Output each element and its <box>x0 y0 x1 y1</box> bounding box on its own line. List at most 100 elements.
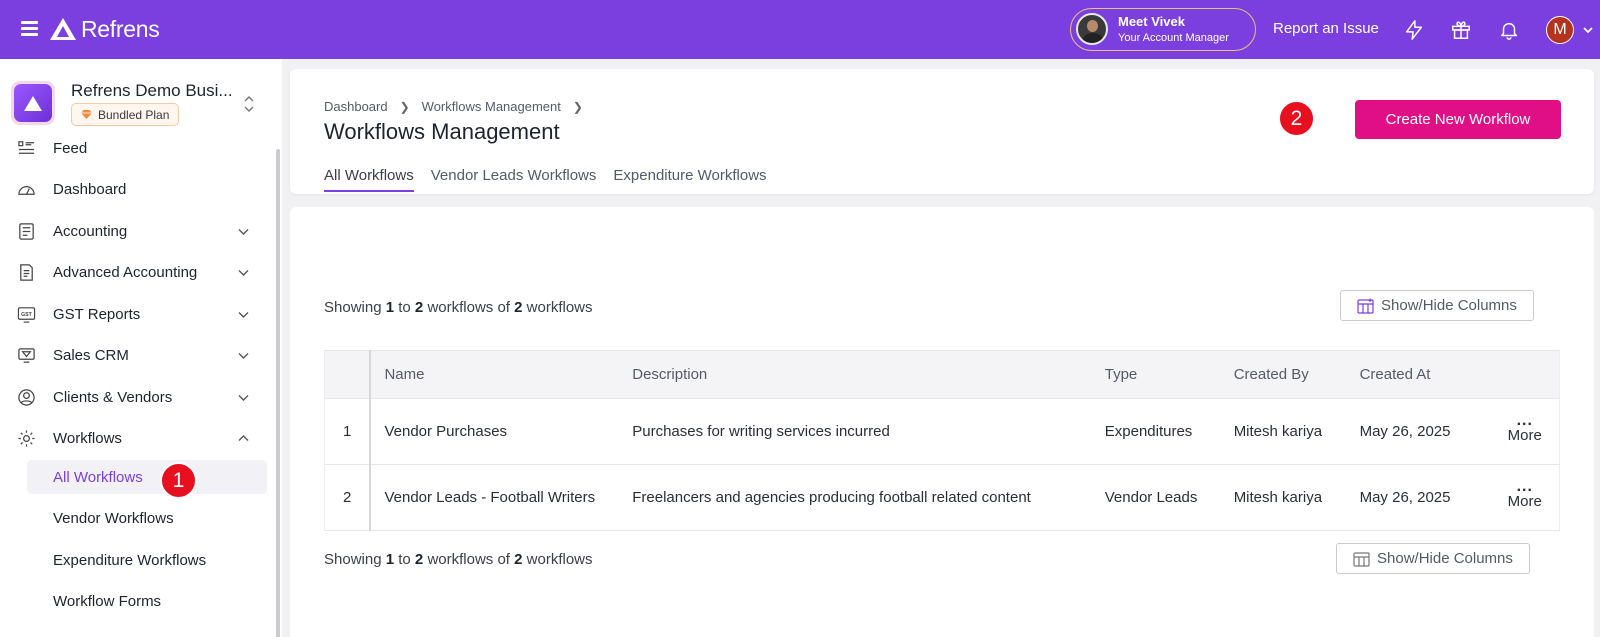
workflows-table: Name Description Type Created By Created… <box>324 350 1560 531</box>
column-header-created-at[interactable]: Created At <box>1359 350 1491 399</box>
sidebar-item-label: Advanced Accounting <box>53 263 198 281</box>
column-header-actions <box>1490 350 1560 399</box>
workflow-name[interactable]: Vendor Purchases <box>370 398 633 465</box>
sidebar-item-workflows[interactable]: Workflows <box>0 420 270 456</box>
gift-icon[interactable] <box>1450 19 1472 41</box>
bolt-icon[interactable] <box>1403 19 1425 41</box>
workflow-name[interactable]: Vendor Leads - Football Writers <box>370 464 633 531</box>
column-header-index <box>324 350 372 399</box>
column-header-type[interactable]: Type <box>1104 350 1234 399</box>
account-manager-name: Meet Vivek <box>1118 14 1185 29</box>
table-row[interactable]: 2 Vendor Leads - Football Writers Freela… <box>324 464 1560 531</box>
refrens-logo-icon <box>50 18 76 40</box>
more-actions-button[interactable]: ... More <box>1490 464 1560 531</box>
showing-summary-bottom: Showing 1 to 2 workflows of 2 workflows <box>324 551 593 568</box>
sidebar: Refrens Demo Busi... Bundled Plan Feed D… <box>0 59 282 637</box>
svg-text:GST: GST <box>21 311 33 317</box>
page-title: Workflows Management <box>324 119 560 144</box>
sidebar-item-sales-crm[interactable]: Sales CRM <box>0 337 270 373</box>
user-circle-icon <box>17 388 36 407</box>
sidebar-subitem-expenditure-workflows[interactable]: Expenditure Workflows <box>27 543 267 577</box>
menu-icon[interactable] <box>21 21 38 36</box>
sidebar-subitem-workflow-forms[interactable]: Workflow Forms <box>27 584 267 618</box>
breadcrumb-workflows-management[interactable]: Workflows Management <box>422 99 561 114</box>
showing-summary-top: Showing 1 to 2 workflows of 2 workflows <box>324 299 593 316</box>
more-actions-button[interactable]: ... More <box>1490 398 1560 465</box>
table-row[interactable]: 1 Vendor Purchases Purchases for writing… <box>324 398 1560 465</box>
sidebar-item-label: Accounting <box>53 222 128 240</box>
bell-icon[interactable] <box>1498 19 1520 41</box>
sidebar-item-accounting[interactable]: Accounting <box>0 213 270 249</box>
user-avatar[interactable]: M <box>1546 16 1574 44</box>
ledger-icon <box>17 222 36 241</box>
show-hide-columns-button[interactable]: Show/Hide Columns <box>1340 290 1534 321</box>
business-switcher-icon[interactable] <box>243 94 255 114</box>
workflow-type: Expenditures <box>1104 398 1234 465</box>
sidebar-scrollbar[interactable] <box>276 149 280 637</box>
sidebar-subitem-label: Vendor Workflows <box>53 509 174 527</box>
chevron-down-icon <box>237 308 250 321</box>
tab-all-workflows[interactable]: All Workflows <box>324 167 414 192</box>
workflow-description: Freelancers and agencies producing footb… <box>632 464 1105 531</box>
brand-logo[interactable]: Refrens <box>49 15 160 42</box>
chevron-down-icon <box>237 266 250 279</box>
sidebar-item-label: GST Reports <box>53 305 141 323</box>
column-header-description[interactable]: Description <box>632 350 1105 399</box>
document-icon <box>17 263 36 282</box>
sidebar-subitem-vendor-workflows[interactable]: Vendor Workflows <box>27 501 267 535</box>
top-navigation-bar: Refrens Meet Vivek Your Account Manager … <box>0 0 1600 59</box>
more-dots-icon: ... <box>1516 477 1533 495</box>
breadcrumb-dashboard[interactable]: Dashboard <box>324 99 388 114</box>
sidebar-item-label: Workflows <box>53 429 122 447</box>
sidebar-item-clients-vendors[interactable]: Clients & Vendors <box>0 379 270 415</box>
plan-label: Bundled Plan <box>98 107 170 122</box>
create-new-workflow-button[interactable]: Create New Workflow <box>1355 100 1561 139</box>
row-index: 1 <box>324 398 372 465</box>
business-logo[interactable] <box>11 81 55 125</box>
tab-vendor-leads-workflows[interactable]: Vendor Leads Workflows <box>431 167 597 192</box>
account-manager-subtitle: Your Account Manager <box>1118 32 1229 44</box>
sidebar-item-gst-reports[interactable]: GST GST Reports <box>0 296 270 332</box>
sidebar-item-advanced-accounting[interactable]: Advanced Accounting <box>0 254 270 290</box>
sidebar-subitem-label: Workflow Forms <box>53 592 162 610</box>
feed-icon <box>17 139 36 158</box>
row-index: 2 <box>324 464 372 531</box>
crm-icon <box>17 346 36 365</box>
column-header-name[interactable]: Name <box>370 350 633 399</box>
gst-icon: GST <box>17 305 36 324</box>
sidebar-subitem-label: Expenditure Workflows <box>53 551 207 569</box>
table-header-row: Name Description Type Created By Created… <box>324 350 1560 399</box>
columns-icon <box>1357 298 1374 314</box>
show-hide-columns-label: Show/Hide Columns <box>1381 297 1517 314</box>
chevron-down-icon <box>237 225 250 238</box>
step-marker-2: 2 <box>1278 100 1315 137</box>
more-dots-icon: ... <box>1516 411 1533 429</box>
brand-name: Refrens <box>81 15 160 42</box>
chevron-down-icon[interactable] <box>1582 23 1594 41</box>
sidebar-item-label: Sales CRM <box>53 346 129 364</box>
business-name[interactable]: Refrens Demo Busi... <box>71 81 233 101</box>
chevron-up-icon <box>237 432 250 445</box>
sidebar-item-dashboard[interactable]: Dashboard <box>0 171 270 207</box>
workflow-created-by: Mitesh kariya <box>1233 398 1360 465</box>
column-header-created-by[interactable]: Created By <box>1233 350 1360 399</box>
workflow-created-at: May 26, 2025 <box>1359 464 1491 531</box>
show-hide-columns-button-bottom[interactable]: Show/Hide Columns <box>1336 543 1530 574</box>
sidebar-item-label: Clients & Vendors <box>53 388 173 406</box>
sidebar-subitem-all-workflows[interactable]: All Workflows <box>27 460 267 494</box>
workflow-type: Vendor Leads <box>1104 464 1234 531</box>
tab-expenditure-workflows[interactable]: Expenditure Workflows <box>613 167 766 192</box>
chevron-right-icon: ❯ <box>572 99 583 114</box>
workflow-description: Purchases for writing services incurred <box>632 398 1105 465</box>
chevron-down-icon <box>237 391 250 404</box>
workflow-created-at: May 26, 2025 <box>1359 398 1491 465</box>
step-marker-1: 1 <box>160 462 197 499</box>
account-manager-pill[interactable]: Meet Vivek Your Account Manager <box>1070 8 1256 51</box>
report-issue-link[interactable]: Report an Issue <box>1273 20 1379 37</box>
show-hide-columns-label: Show/Hide Columns <box>1377 550 1513 567</box>
sidebar-item-feed[interactable]: Feed <box>0 130 270 166</box>
workflow-tabs: All Workflows Vendor Leads Workflows Exp… <box>324 167 784 192</box>
more-label: More <box>1507 492 1542 510</box>
page-header-card: Dashboard ❯ Workflows Management ❯ Workf… <box>290 69 1594 194</box>
plan-badge: Bundled Plan <box>71 103 180 126</box>
